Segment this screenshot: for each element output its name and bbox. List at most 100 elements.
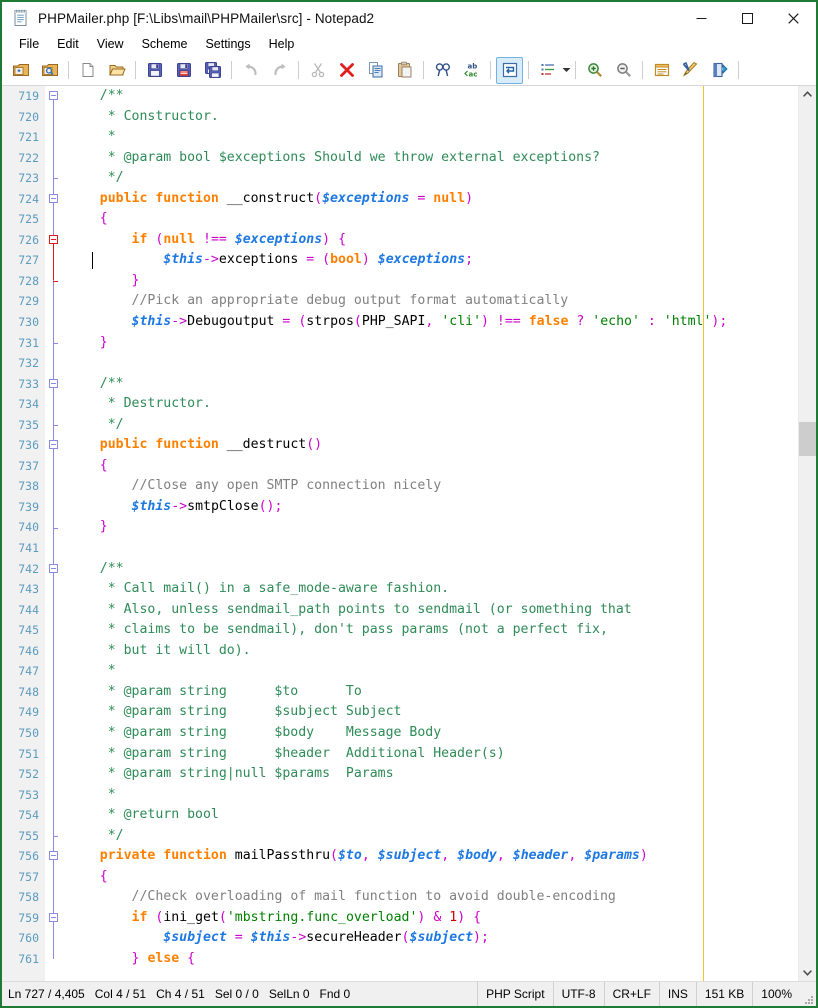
find-icon[interactable] bbox=[429, 57, 456, 84]
code-line[interactable]: */ bbox=[63, 168, 798, 189]
token-kw: false bbox=[528, 314, 569, 330]
code-line[interactable]: * @param string $to To bbox=[63, 682, 798, 703]
status-zoom[interactable]: 100% bbox=[752, 982, 800, 1006]
resize-grip[interactable] bbox=[800, 981, 816, 1007]
code-line[interactable]: public function __construct($exceptions … bbox=[63, 189, 798, 210]
code-line[interactable] bbox=[63, 538, 798, 559]
token-def bbox=[68, 314, 132, 329]
new-window-icon[interactable] bbox=[7, 57, 34, 84]
code-line[interactable]: * bbox=[63, 661, 798, 682]
open-favorites-icon[interactable] bbox=[36, 57, 63, 84]
code-line[interactable]: } bbox=[63, 517, 798, 538]
code-line[interactable]: * claims to be sendmail), don't pass par… bbox=[63, 620, 798, 641]
code-line[interactable]: public function __destruct() bbox=[63, 435, 798, 456]
code-line[interactable]: * but it will do). bbox=[63, 641, 798, 662]
line-number: 724 bbox=[18, 191, 39, 206]
code-line[interactable]: $this->Debugoutput = (strpos(PHP_SAPI, '… bbox=[63, 312, 798, 333]
code-line[interactable]: * @param bool $exceptions Should we thro… bbox=[63, 148, 798, 169]
code-line[interactable]: * @param string $header Additional Heade… bbox=[63, 744, 798, 765]
code-line[interactable]: //Pick an appropriate debug output forma… bbox=[63, 291, 798, 312]
scrollbar-thumb[interactable] bbox=[799, 421, 816, 456]
menu-help[interactable]: Help bbox=[260, 35, 304, 54]
code-line[interactable]: //Check overloading of mail function to … bbox=[63, 887, 798, 908]
code-line[interactable]: * Call mail() in a safe_mode-aware fashi… bbox=[63, 579, 798, 600]
token-doc: */ bbox=[68, 170, 124, 186]
save-copy-icon[interactable] bbox=[199, 57, 226, 84]
code-line[interactable]: * @return bool bbox=[63, 805, 798, 826]
maximize-button[interactable] bbox=[724, 2, 770, 34]
minimize-button[interactable] bbox=[678, 2, 724, 34]
word-wrap-icon[interactable] bbox=[496, 56, 523, 84]
scheme-config-icon[interactable] bbox=[677, 57, 704, 84]
code-view[interactable]: /** * Constructor. * * @param bool $exce… bbox=[63, 86, 798, 981]
copy-icon[interactable] bbox=[362, 57, 389, 84]
chevron-down-icon[interactable] bbox=[562, 58, 571, 83]
code-line[interactable]: private function mailPassthru($to, $subj… bbox=[63, 846, 798, 867]
menu-edit[interactable]: Edit bbox=[48, 35, 88, 54]
status-scheme[interactable]: PHP Script bbox=[477, 982, 552, 1006]
menu-file[interactable]: File bbox=[10, 35, 48, 54]
delete-icon[interactable] bbox=[333, 57, 360, 84]
code-line[interactable]: if (null !== $exceptions) { bbox=[63, 230, 798, 251]
code-line[interactable]: * bbox=[63, 785, 798, 806]
code-line[interactable]: $this->smtpClose(); bbox=[63, 497, 798, 518]
close-button[interactable] bbox=[770, 2, 816, 34]
new-file-icon[interactable] bbox=[74, 57, 101, 84]
code-line[interactable]: } bbox=[63, 271, 798, 292]
token-var: $this bbox=[131, 314, 172, 330]
save-as-icon[interactable] bbox=[170, 57, 197, 84]
code-line[interactable]: * @param string|null $params Params bbox=[63, 764, 798, 785]
fold-margin[interactable] bbox=[45, 86, 63, 981]
code-line[interactable]: $subject = $this->secureHeader($subject)… bbox=[63, 928, 798, 949]
code-line[interactable]: { bbox=[63, 209, 798, 230]
line-number: 730 bbox=[18, 315, 39, 330]
replace-icon[interactable]: ab ac bbox=[458, 57, 485, 84]
fold-toggle-box[interactable] bbox=[49, 193, 58, 203]
line-numbers-icon[interactable] bbox=[534, 57, 561, 84]
toggle-pane-icon[interactable] bbox=[648, 57, 675, 84]
code-line[interactable]: } else { bbox=[63, 949, 798, 970]
code-line[interactable]: * Constructor. bbox=[63, 107, 798, 128]
token-doc: * but it will do). bbox=[68, 642, 251, 658]
code-line[interactable]: /** bbox=[63, 559, 798, 580]
code-line[interactable]: * @param string $subject Subject bbox=[63, 702, 798, 723]
exit-icon[interactable] bbox=[706, 57, 733, 84]
fold-toggle-box[interactable] bbox=[49, 851, 58, 861]
status-eol[interactable]: CR+LF bbox=[603, 982, 659, 1006]
code-line[interactable]: * @param string $body Message Body bbox=[63, 723, 798, 744]
code-line[interactable]: if (ini_get('mbstring.func_overload') & … bbox=[63, 908, 798, 929]
open-file-icon[interactable] bbox=[103, 57, 130, 84]
scroll-up-arrow[interactable] bbox=[799, 86, 816, 103]
fold-toggle-box[interactable] bbox=[49, 563, 58, 573]
code-line[interactable]: */ bbox=[63, 826, 798, 847]
fold-toggle-box[interactable] bbox=[49, 91, 58, 100]
code-line[interactable]: { bbox=[63, 867, 798, 888]
menu-view[interactable]: View bbox=[88, 35, 133, 54]
code-line[interactable]: $this->exceptions = (bool) $exceptions; bbox=[63, 250, 798, 271]
scroll-down-arrow[interactable] bbox=[799, 964, 816, 981]
status-insert-mode[interactable]: INS bbox=[658, 982, 696, 1006]
code-line[interactable]: * bbox=[63, 127, 798, 148]
code-line[interactable]: /** bbox=[63, 374, 798, 395]
code-line[interactable]: * Destructor. bbox=[63, 394, 798, 415]
line-number: 750 bbox=[18, 725, 39, 740]
code-line[interactable]: //Close any open SMTP connection nicely bbox=[63, 476, 798, 497]
code-line[interactable]: */ bbox=[63, 415, 798, 436]
code-line[interactable]: /** bbox=[63, 86, 798, 107]
code-line[interactable]: { bbox=[63, 456, 798, 477]
menu-scheme[interactable]: Scheme bbox=[133, 35, 197, 54]
code-line[interactable] bbox=[63, 353, 798, 374]
zoom-in-icon[interactable] bbox=[581, 57, 608, 84]
vertical-scrollbar[interactable] bbox=[798, 86, 816, 981]
fold-toggle-box[interactable] bbox=[49, 378, 58, 388]
code-line[interactable]: * Also, unless sendmail_path points to s… bbox=[63, 600, 798, 621]
code-line[interactable]: } bbox=[63, 333, 798, 354]
fold-toggle-box[interactable] bbox=[49, 440, 58, 450]
fold-toggle-box[interactable] bbox=[49, 234, 58, 244]
fold-toggle-box[interactable] bbox=[49, 913, 58, 922]
zoom-out-icon[interactable] bbox=[610, 57, 637, 84]
token-str: 'html' bbox=[663, 314, 712, 330]
status-encoding[interactable]: UTF-8 bbox=[552, 982, 604, 1006]
save-icon[interactable] bbox=[141, 57, 168, 84]
menu-settings[interactable]: Settings bbox=[196, 35, 259, 54]
